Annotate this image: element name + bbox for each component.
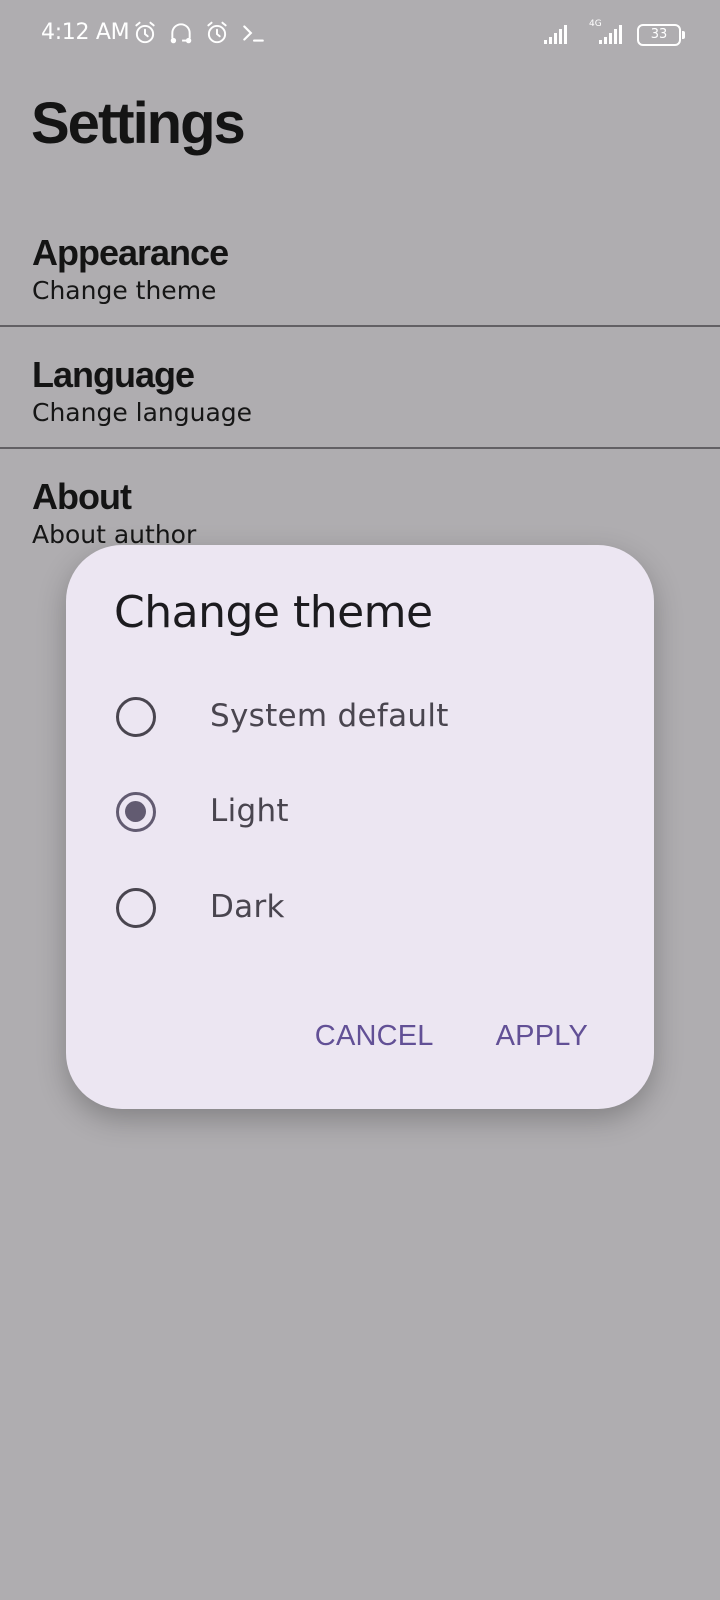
- setting-item-title: Appearance: [32, 232, 229, 273]
- signal-icon: [544, 23, 572, 49]
- radio-button[interactable]: [116, 888, 156, 928]
- page-title: Settings: [31, 91, 246, 156]
- setting-item-subtitle: Change language: [32, 398, 253, 427]
- dialog-title: Change theme: [114, 587, 433, 638]
- signal-icon: [599, 23, 627, 49]
- cancel-button[interactable]: CANCEL: [315, 1020, 434, 1053]
- radio-button[interactable]: [116, 697, 156, 737]
- apply-button[interactable]: APPLY: [496, 1020, 588, 1053]
- dialog-actions: CANCEL APPLY: [315, 1020, 588, 1053]
- status-bar: 4:12 AM 4G 33: [0, 0, 720, 70]
- option-label: Dark: [210, 889, 285, 925]
- setting-item-appearance[interactable]: Appearance Change theme: [0, 204, 720, 326]
- option-light[interactable]: Light: [66, 767, 654, 857]
- battery-icon: 33: [637, 24, 685, 46]
- option-system-default[interactable]: System default: [66, 672, 654, 762]
- headset-icon: [168, 20, 194, 50]
- setting-item-title: Language: [32, 354, 195, 395]
- notification-icons: [132, 20, 266, 50]
- alarm-icon: [132, 20, 158, 50]
- option-label: System default: [210, 698, 449, 734]
- alarm-icon: [204, 20, 230, 50]
- terminal-icon: [240, 20, 266, 50]
- option-dark[interactable]: Dark: [66, 863, 654, 953]
- status-time: 4:12 AM: [41, 20, 130, 45]
- setting-item-title: About: [32, 476, 132, 517]
- option-label: Light: [210, 793, 289, 829]
- radio-button-selected[interactable]: [116, 792, 156, 832]
- setting-item-subtitle: Change theme: [32, 276, 217, 305]
- battery-level: 33: [650, 27, 668, 42]
- setting-item-language[interactable]: Language Change language: [0, 326, 720, 448]
- change-theme-dialog: Change theme System default Light Dark C…: [66, 545, 654, 1109]
